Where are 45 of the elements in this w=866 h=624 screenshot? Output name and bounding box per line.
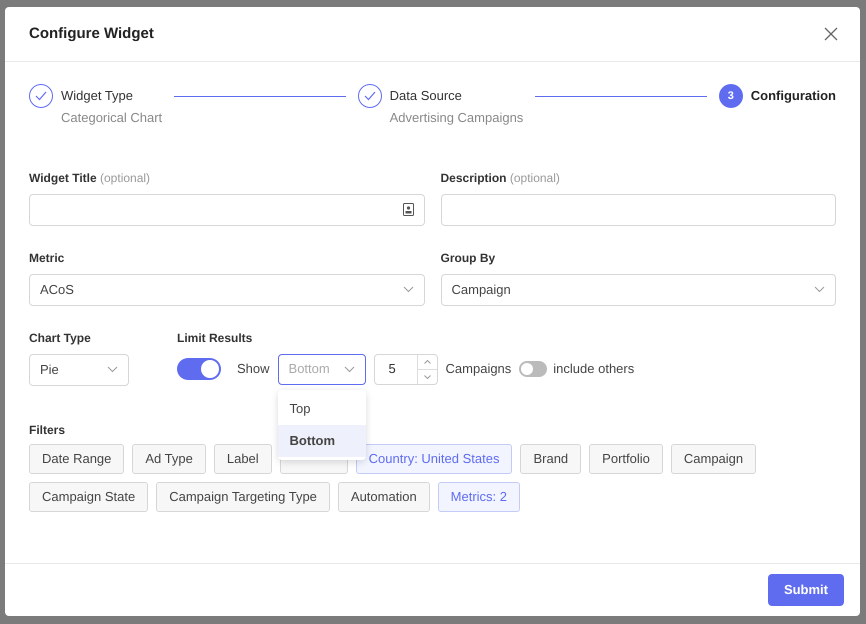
filter-chip[interactable]: Country: United States (356, 444, 512, 474)
close-button[interactable] (822, 25, 840, 43)
filter-chip[interactable]: Label (214, 444, 272, 474)
dialog-title: Configure Widget (29, 24, 154, 44)
input-field[interactable] (440, 194, 836, 226)
filter-chip[interactable]: Campaign Targeting Type (156, 482, 330, 512)
step-title: Data Source (390, 87, 463, 105)
menu-item[interactable]: Bottom (278, 424, 366, 456)
field-label: Metric (29, 250, 64, 266)
field-label: Description (optional) (440, 170, 560, 186)
number-field[interactable]: 5 (374, 354, 438, 384)
filter-chip[interactable]: Campaign State (29, 482, 148, 512)
chevron-icon (107, 366, 118, 373)
input-field[interactable] (29, 194, 424, 226)
step-number: 3 (718, 84, 743, 108)
field-label: Chart Type (29, 330, 91, 346)
field-label: Filters (29, 422, 66, 438)
field-label: Widget Title (optional) (29, 170, 150, 186)
submit-button[interactable]: Submit (768, 574, 844, 606)
toggle-label: include others (553, 360, 634, 378)
unit-label: Campaigns (446, 360, 512, 378)
chevron-icon (814, 286, 825, 293)
show-label: Show (237, 360, 270, 378)
select-field[interactable]: Pie (29, 354, 129, 386)
filter-chip[interactable]: Metrics: 2 (438, 482, 520, 512)
field-label: Limit Results (177, 330, 252, 346)
filter-chip[interactable]: Portfolio (589, 444, 663, 474)
step-title: Configuration (750, 87, 836, 105)
chevron-icon (402, 286, 414, 293)
step-title: Widget Type (61, 87, 134, 105)
toggle-switch[interactable] (519, 361, 548, 377)
filter-chip[interactable]: Automation (338, 482, 430, 512)
select-field[interactable]: ACoS (29, 274, 424, 306)
chevron-icon (344, 366, 355, 372)
field-label: Group By (440, 250, 496, 266)
step-subtitle: Categorical Chart (61, 109, 162, 127)
filter-chip[interactable]: Ad Type (132, 444, 206, 474)
filter-chip[interactable]: Campaign (670, 444, 756, 474)
filter-chip[interactable]: Date Range (29, 444, 124, 474)
filter-chip[interactable]: Brand (520, 444, 582, 474)
toggle-switch[interactable] (177, 358, 221, 380)
spinner-icon (416, 354, 437, 384)
step-subtitle: Advertising Campaigns (390, 109, 524, 127)
menu-item[interactable]: Top (278, 392, 366, 424)
select-field[interactable]: Campaign (440, 274, 836, 306)
